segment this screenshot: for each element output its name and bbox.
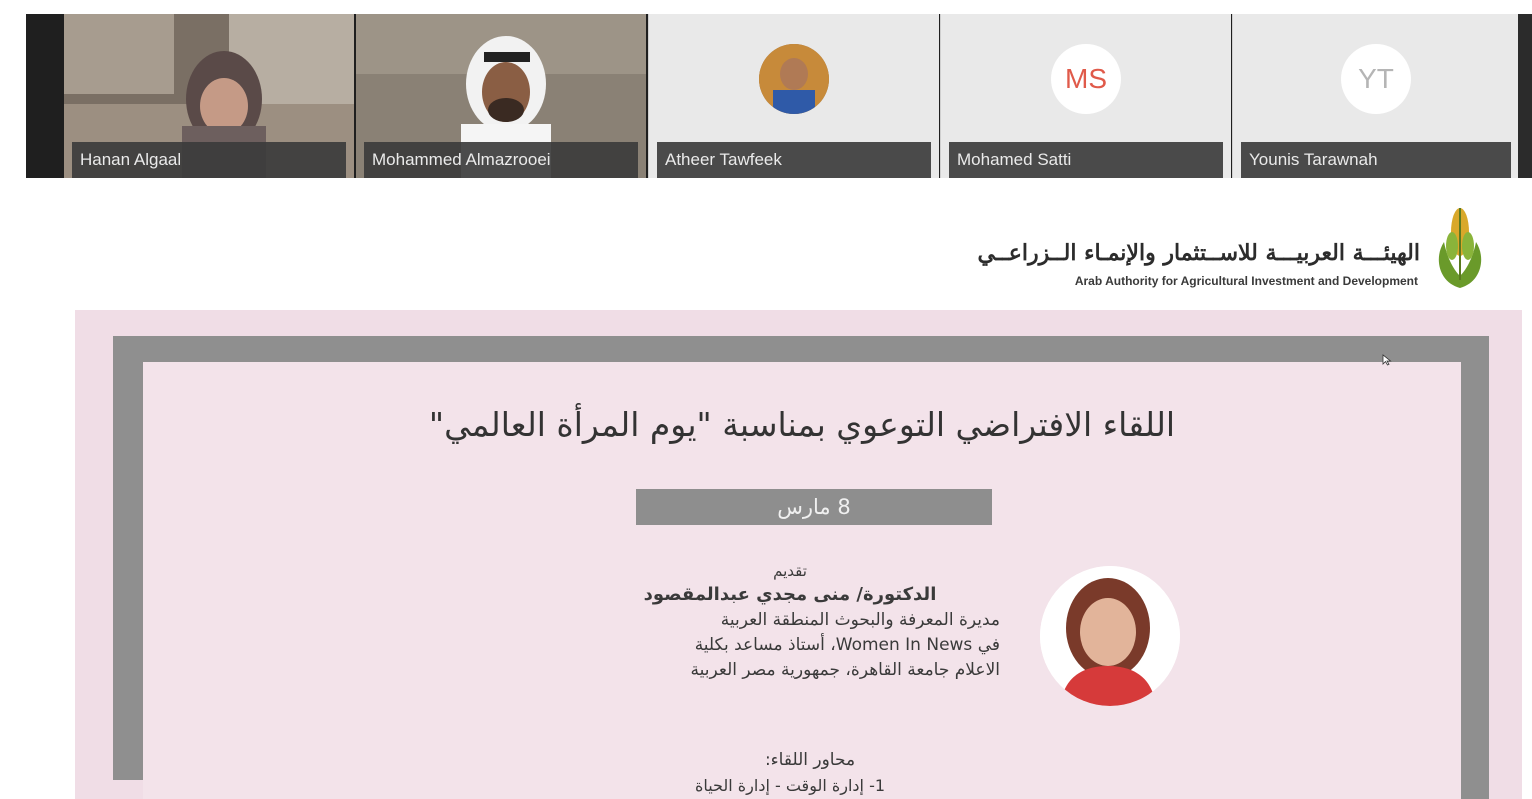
agenda-title: محاور اللقاء: <box>764 750 856 770</box>
mouse-cursor-icon <box>1382 354 1392 366</box>
frame-gap <box>113 780 143 799</box>
participant-gallery: Hanan Algaal Mohammed Almazrooei Atheer … <box>26 14 1532 178</box>
participant-tile[interactable]: Mohammed Almazrooei <box>356 14 646 178</box>
participant-tile[interactable]: MS Mohamed Satti <box>940 14 1231 178</box>
participant-name: Hanan Algaal <box>72 142 346 178</box>
participant-name: Atheer Tawfeek <box>657 142 931 178</box>
top-strip <box>0 0 1532 14</box>
presenter-title-line: الاعلام جامعة القاهرة، جمهورية مصر العرب… <box>690 660 1000 680</box>
presenter-name: الدكتورة/ منى مجدي عبدالمقصود <box>643 584 937 605</box>
presenter-title-line: مديرة المعرفة والبحوث المنطقة العربية <box>720 610 1000 630</box>
participant-tile[interactable]: Atheer Tawfeek <box>648 14 939 178</box>
organization-logo: الهيئـــة العربيـــة للاســتثمار والإنمـ… <box>900 200 1490 300</box>
participant-initials-avatar: MS <box>1051 44 1121 114</box>
participant-tile[interactable]: Hanan Algaal <box>64 14 354 178</box>
slide-title: اللقاء الافتراضي التوعوي بمناسبة "يوم ال… <box>428 405 1176 444</box>
presenter-title-line: في Women In News، أستاذ مساعد بكلية <box>694 635 1000 655</box>
logo-english-text: Arab Authority for Agricultural Investme… <box>1074 274 1418 288</box>
participant-name: Mohammed Almazrooei <box>364 142 638 178</box>
logo-arabic-text: الهيئـــة العربيـــة للاســتثمار والإنمـ… <box>977 240 1421 266</box>
event-date: 8 مارس <box>636 489 992 525</box>
presented-by-label: تقديم <box>773 562 807 580</box>
participant-name: Mohamed Satti <box>949 142 1223 178</box>
wheat-emblem-icon <box>1438 208 1482 288</box>
agenda-item: 1- إدارة الوقت - إدارة الحياة <box>694 776 886 795</box>
presenter-info: تقديم الدكتورة/ منى مجدي عبدالمقصود مدير… <box>560 562 1000 680</box>
gallery-edge <box>1518 14 1532 178</box>
participant-initials-avatar: YT <box>1341 44 1411 114</box>
left-margin <box>0 0 26 799</box>
participant-photo-avatar <box>759 44 829 114</box>
participant-tile[interactable]: YT Younis Tarawnah <box>1232 14 1519 178</box>
participant-name: Younis Tarawnah <box>1241 142 1511 178</box>
speaker-photo <box>1040 566 1180 706</box>
